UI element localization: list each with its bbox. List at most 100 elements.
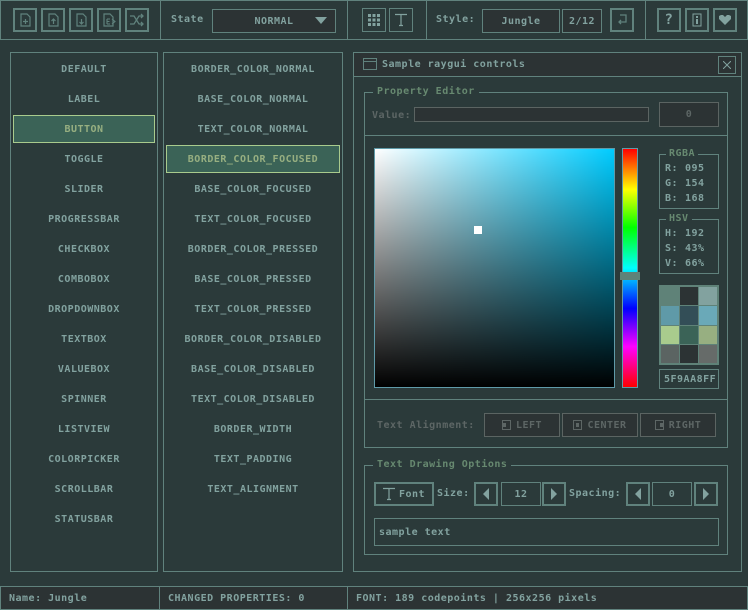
- hue-bar-handle[interactable]: [620, 271, 640, 280]
- property-list-item[interactable]: BORDER_COLOR_DISABLED: [166, 325, 340, 353]
- value-input[interactable]: [414, 107, 649, 122]
- property-list-item[interactable]: BASE_COLOR_FOCUSED: [166, 175, 340, 203]
- window-titlebar[interactable]: Sample raygui controls: [354, 53, 741, 77]
- style-label: Style:: [436, 14, 476, 25]
- style-selector[interactable]: Jungle: [482, 9, 560, 33]
- property-editor-title: Property Editor: [373, 86, 479, 98]
- control-list-item[interactable]: LISTVIEW: [13, 415, 155, 443]
- size-label: Size:: [437, 488, 470, 499]
- spacing-increase-button[interactable]: [694, 482, 718, 506]
- export-style-button[interactable]: [97, 8, 121, 32]
- palette-swatch[interactable]: [680, 306, 698, 325]
- property-list-item[interactable]: TEXT_COLOR_DISABLED: [166, 385, 340, 413]
- font-select-button[interactable]: Font: [374, 482, 434, 506]
- property-list-item[interactable]: BORDER_COLOR_FOCUSED: [166, 145, 340, 173]
- sample-text-input[interactable]: sample text: [374, 518, 719, 546]
- channel-value: 095: [685, 163, 705, 174]
- palette-swatch[interactable]: [699, 306, 717, 325]
- size-value-box[interactable]: 12: [501, 482, 541, 506]
- control-list-item[interactable]: SPINNER: [13, 385, 155, 413]
- align-left-icon: [501, 420, 511, 430]
- palette-swatch[interactable]: [661, 344, 679, 363]
- palette-swatch[interactable]: [699, 344, 717, 363]
- value-number-box[interactable]: 0: [659, 102, 719, 127]
- property-list-item[interactable]: TEXT_COLOR_PRESSED: [166, 295, 340, 323]
- control-list-item[interactable]: DROPDOWNBOX: [13, 295, 155, 323]
- channel-value: 43%: [685, 243, 705, 254]
- align-left-button[interactable]: LEFT: [484, 413, 560, 437]
- palette-swatch[interactable]: [680, 344, 698, 363]
- save-style-button[interactable]: [69, 8, 93, 32]
- arrow-left-icon: [635, 488, 641, 500]
- palette-swatch[interactable]: [699, 287, 717, 306]
- palette-swatch[interactable]: [680, 325, 698, 344]
- control-list-item[interactable]: DEFAULT: [13, 55, 155, 83]
- channel-value: 192: [685, 228, 705, 239]
- size-decrease-button[interactable]: [474, 482, 498, 506]
- style-counter: 2/12: [562, 9, 602, 33]
- control-list-item[interactable]: SCROLLBAR: [13, 475, 155, 503]
- control-list-item[interactable]: TEXTBOX: [13, 325, 155, 353]
- hue-bar[interactable]: [620, 148, 640, 388]
- align-center-button[interactable]: CENTER: [562, 413, 638, 437]
- channel-label: H:: [665, 228, 679, 239]
- spacing-value-box[interactable]: 0: [652, 482, 692, 506]
- grid-view-button[interactable]: [362, 8, 386, 32]
- window-close-button[interactable]: [718, 56, 736, 74]
- control-list-item[interactable]: VALUEBOX: [13, 355, 155, 383]
- size-increase-button[interactable]: [542, 482, 566, 506]
- help-button[interactable]: ?: [657, 8, 681, 32]
- palette-swatch[interactable]: [661, 306, 679, 325]
- sponsor-button[interactable]: [713, 8, 737, 32]
- property-list-item[interactable]: TEXT_ALIGNMENT: [166, 475, 340, 503]
- state-value: NORMAL: [254, 15, 294, 27]
- property-list-item[interactable]: BASE_COLOR_DISABLED: [166, 355, 340, 383]
- property-list-item[interactable]: BORDER_COLOR_PRESSED: [166, 235, 340, 263]
- property-list-item[interactable]: BASE_COLOR_NORMAL: [166, 85, 340, 113]
- channel-value: 168: [685, 193, 705, 204]
- align-right-button[interactable]: RIGHT: [640, 413, 716, 437]
- properties-list[interactable]: BORDER_COLOR_NORMAL BASE_COLOR_NORMAL TEXT…: [163, 52, 343, 572]
- color-picker-cursor[interactable]: [473, 225, 482, 234]
- font-button[interactable]: [389, 8, 413, 32]
- control-list-item[interactable]: PROGRESSBAR: [13, 205, 155, 233]
- grid-icon: [368, 14, 380, 26]
- about-button[interactable]: [685, 8, 709, 32]
- palette-swatch[interactable]: [680, 287, 698, 306]
- control-list-item[interactable]: LABEL: [13, 85, 155, 113]
- color-palette[interactable]: [659, 285, 719, 365]
- load-style-button[interactable]: [41, 8, 65, 32]
- controls-list[interactable]: DEFAULT LABEL BUTTON TOGGLE SLIDER PROGRESSBA…: [10, 52, 158, 572]
- text-options-title: Text Drawing Options: [373, 459, 512, 471]
- palette-swatch[interactable]: [661, 287, 679, 306]
- control-list-item[interactable]: TOGGLE: [13, 145, 155, 173]
- palette-swatch[interactable]: [661, 325, 679, 344]
- file-open-icon: [48, 13, 59, 27]
- property-list-item[interactable]: BORDER_WIDTH: [166, 415, 340, 443]
- reset-style-button[interactable]: [610, 8, 634, 32]
- hsv-group: HSV H: 192 S: 43% V: 66%: [659, 213, 719, 274]
- channel-label: G:: [665, 178, 679, 189]
- state-dropdown[interactable]: NORMAL: [212, 9, 336, 33]
- color-picker-panel[interactable]: [374, 148, 615, 388]
- spacing-label: Spacing:: [569, 488, 622, 499]
- property-editor-group: Property Editor Value: 0 RGBA R: 095 G: 154…: [364, 86, 728, 448]
- control-list-item[interactable]: SLIDER: [13, 175, 155, 203]
- new-style-button[interactable]: [13, 8, 37, 32]
- random-style-button[interactable]: [125, 8, 149, 32]
- control-list-item[interactable]: STATUSBAR: [13, 505, 155, 533]
- property-list-item[interactable]: TEXT_COLOR_FOCUSED: [166, 205, 340, 233]
- property-list-item[interactable]: TEXT_PADDING: [166, 445, 340, 473]
- control-list-item[interactable]: BUTTON: [13, 115, 155, 143]
- property-list-item[interactable]: TEXT_COLOR_NORMAL: [166, 115, 340, 143]
- spacing-decrease-button[interactable]: [626, 482, 650, 506]
- text-t-icon: [382, 487, 395, 501]
- hex-input[interactable]: 5F9AA8FF: [659, 369, 719, 389]
- channel-value: 154: [685, 178, 705, 189]
- property-list-item[interactable]: BASE_COLOR_PRESSED: [166, 265, 340, 293]
- control-list-item[interactable]: COLORPICKER: [13, 445, 155, 473]
- control-list-item[interactable]: COMBOBOX: [13, 265, 155, 293]
- property-list-item[interactable]: BORDER_COLOR_NORMAL: [166, 55, 340, 83]
- control-list-item[interactable]: CHECKBOX: [13, 235, 155, 263]
- palette-swatch[interactable]: [699, 325, 717, 344]
